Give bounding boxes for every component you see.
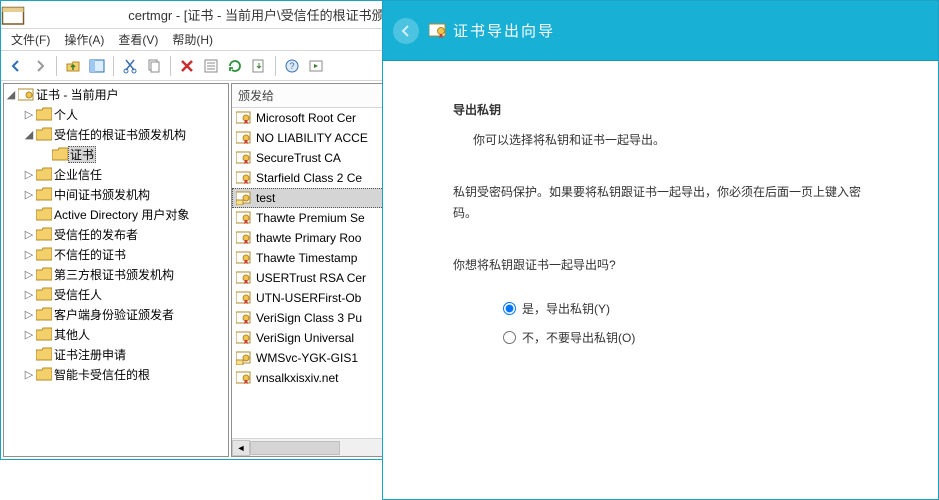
- tree-item-label: 证书: [68, 146, 96, 163]
- wizard-header[interactable]: 证书导出向导: [383, 1, 938, 61]
- copy-button[interactable]: [143, 55, 165, 77]
- tree-item[interactable]: ▷ 受信任人: [4, 284, 228, 304]
- scroll-thumb[interactable]: [250, 441, 340, 455]
- tree-pane[interactable]: ◢ 证书 - 当前用户 ▷ 个人 ◢ 受信任的根证书颁发机构 证书 ▷ 企业信任 ▷ 中间证书…: [3, 83, 229, 457]
- radio-yes-label: 是，导出私钥(Y): [522, 300, 610, 317]
- delete-button[interactable]: [176, 55, 198, 77]
- forward-button[interactable]: [29, 55, 51, 77]
- expand-icon[interactable]: ▷: [22, 188, 36, 201]
- expand-icon[interactable]: ▷: [22, 308, 36, 321]
- tree-item-label: 企业信任: [52, 166, 102, 183]
- list-item-label: SecureTrust CA: [256, 151, 341, 165]
- wizard-cert-icon: [429, 23, 447, 39]
- help-button[interactable]: ?: [281, 55, 303, 77]
- radio-no-row[interactable]: 不，不要导出私钥(O): [503, 323, 878, 352]
- menu-file[interactable]: 文件(F): [5, 29, 56, 50]
- wizard-title-text: 证书导出向导: [453, 20, 555, 41]
- tree-item[interactable]: ◢ 受信任的根证书颁发机构: [4, 124, 228, 144]
- tree-item[interactable]: ▷ 智能卡受信任的根: [4, 364, 228, 384]
- refresh-button[interactable]: [224, 55, 246, 77]
- list-item-label: NO LIABILITY ACCE: [256, 131, 368, 145]
- menu-view[interactable]: 查看(V): [112, 29, 164, 50]
- tree-item-label: 不信任的证书: [52, 246, 126, 263]
- menu-action[interactable]: 操作(A): [58, 29, 110, 50]
- tree-item-label: Active Directory 用户对象: [52, 206, 189, 223]
- tree-item[interactable]: ▷ 其他人: [4, 324, 228, 344]
- expand-icon[interactable]: ▷: [22, 108, 36, 121]
- export-wizard-window: 证书导出向导 导出私钥 你可以选择将私钥和证书一起导出。 私钥受密码保护。如果要…: [382, 0, 939, 500]
- tree-item-label: 个人: [52, 106, 78, 123]
- expand-icon[interactable]: ▷: [22, 248, 36, 261]
- expand-icon[interactable]: ▷: [22, 328, 36, 341]
- list-item-label: Microsoft Root Cer: [256, 111, 356, 125]
- back-button[interactable]: [5, 55, 27, 77]
- list-item-label: Thawte Timestamp: [256, 251, 357, 265]
- app-icon: [1, 3, 25, 27]
- list-item-label: thawte Primary Roo: [256, 231, 361, 245]
- list-item-label: UTN-USERFirst-Ob: [256, 291, 361, 305]
- list-item-label: VeriSign Class 3 Pu: [256, 311, 362, 325]
- cut-button[interactable]: [119, 55, 141, 77]
- tree-root-label: 证书 - 当前用户: [34, 86, 119, 103]
- tree-item[interactable]: ▷ 受信任的发布者: [4, 224, 228, 244]
- expand-icon[interactable]: ▷: [22, 288, 36, 301]
- list-item-label: Starfield Class 2 Ce: [256, 171, 362, 185]
- expand-icon[interactable]: ▷: [22, 268, 36, 281]
- tree-item-label: 受信任的根证书颁发机构: [52, 126, 186, 143]
- tree-item[interactable]: ▷ 个人: [4, 104, 228, 124]
- svg-text:?: ?: [289, 61, 294, 71]
- tree-item[interactable]: 证书注册申请: [4, 344, 228, 364]
- list-item-label: VeriSign Universal: [256, 331, 354, 345]
- tree-item-label: 受信任人: [52, 286, 102, 303]
- export-list-button[interactable]: [248, 55, 270, 77]
- wizard-back-button[interactable]: [393, 18, 419, 44]
- export-key-radio-group: 是，导出私钥(Y) 不，不要导出私钥(O): [473, 286, 878, 352]
- scroll-left-arrow[interactable]: ◄: [232, 440, 250, 456]
- list-item-label: WMSvc-YGK-GIS1: [256, 351, 358, 365]
- show-hide-tree-button[interactable]: [86, 55, 108, 77]
- properties-button[interactable]: [200, 55, 222, 77]
- tree-root[interactable]: ◢ 证书 - 当前用户: [4, 84, 228, 104]
- tree-item-label: 第三方根证书颁发机构: [52, 266, 174, 283]
- tree-item-label: 智能卡受信任的根: [52, 366, 150, 383]
- tree-item[interactable]: ▷ 中间证书颁发机构: [4, 184, 228, 204]
- action-button[interactable]: [305, 55, 327, 77]
- wizard-body: 导出私钥 你可以选择将私钥和证书一起导出。 私钥受密码保护。如果要将私钥跟证书一…: [383, 61, 938, 372]
- tree-item[interactable]: ▷ 第三方根证书颁发机构: [4, 264, 228, 284]
- wizard-question-text: 你想将私钥跟证书一起导出吗?: [453, 255, 878, 277]
- expand-icon[interactable]: ▷: [22, 368, 36, 381]
- list-item-label: Thawte Premium Se: [256, 211, 365, 225]
- expand-icon[interactable]: ▷: [22, 168, 36, 181]
- tree-item-label: 受信任的发布者: [52, 226, 138, 243]
- radio-no-label: 不，不要导出私钥(O): [522, 329, 635, 346]
- wizard-note-text: 私钥受密码保护。如果要将私钥跟证书一起导出，你必须在后面一页上键入密码。: [453, 182, 878, 225]
- tree-item-label: 证书注册申请: [52, 346, 126, 363]
- tree-item[interactable]: 证书: [4, 144, 228, 164]
- radio-yes-row[interactable]: 是，导出私钥(Y): [503, 294, 878, 323]
- radio-yes-input[interactable]: [503, 302, 516, 315]
- tree-item[interactable]: Active Directory 用户对象: [4, 204, 228, 224]
- collapse-icon[interactable]: ◢: [4, 88, 18, 101]
- tree-item[interactable]: ▷ 不信任的证书: [4, 244, 228, 264]
- wizard-intro-text: 你可以选择将私钥和证书一起导出。: [473, 130, 878, 152]
- list-item-label: test: [256, 191, 275, 205]
- radio-no-input[interactable]: [503, 331, 516, 344]
- tree-item-label: 客户端身份验证颁发者: [52, 306, 174, 323]
- up-button[interactable]: [62, 55, 84, 77]
- expand-icon[interactable]: ▷: [22, 228, 36, 241]
- wizard-section-heading: 导出私钥: [453, 101, 878, 118]
- tree-item[interactable]: ▷ 客户端身份验证颁发者: [4, 304, 228, 324]
- list-item-label: vnsalkxisxiv.net: [256, 371, 338, 385]
- tree-item-label: 其他人: [52, 326, 90, 343]
- tree-item-label: 中间证书颁发机构: [52, 186, 150, 203]
- tree-item[interactable]: ▷ 企业信任: [4, 164, 228, 184]
- list-item-label: USERTrust RSA Cer: [256, 271, 366, 285]
- expand-icon[interactable]: ◢: [22, 128, 36, 141]
- menu-help[interactable]: 帮助(H): [166, 29, 219, 50]
- cert-root-icon: [18, 87, 34, 101]
